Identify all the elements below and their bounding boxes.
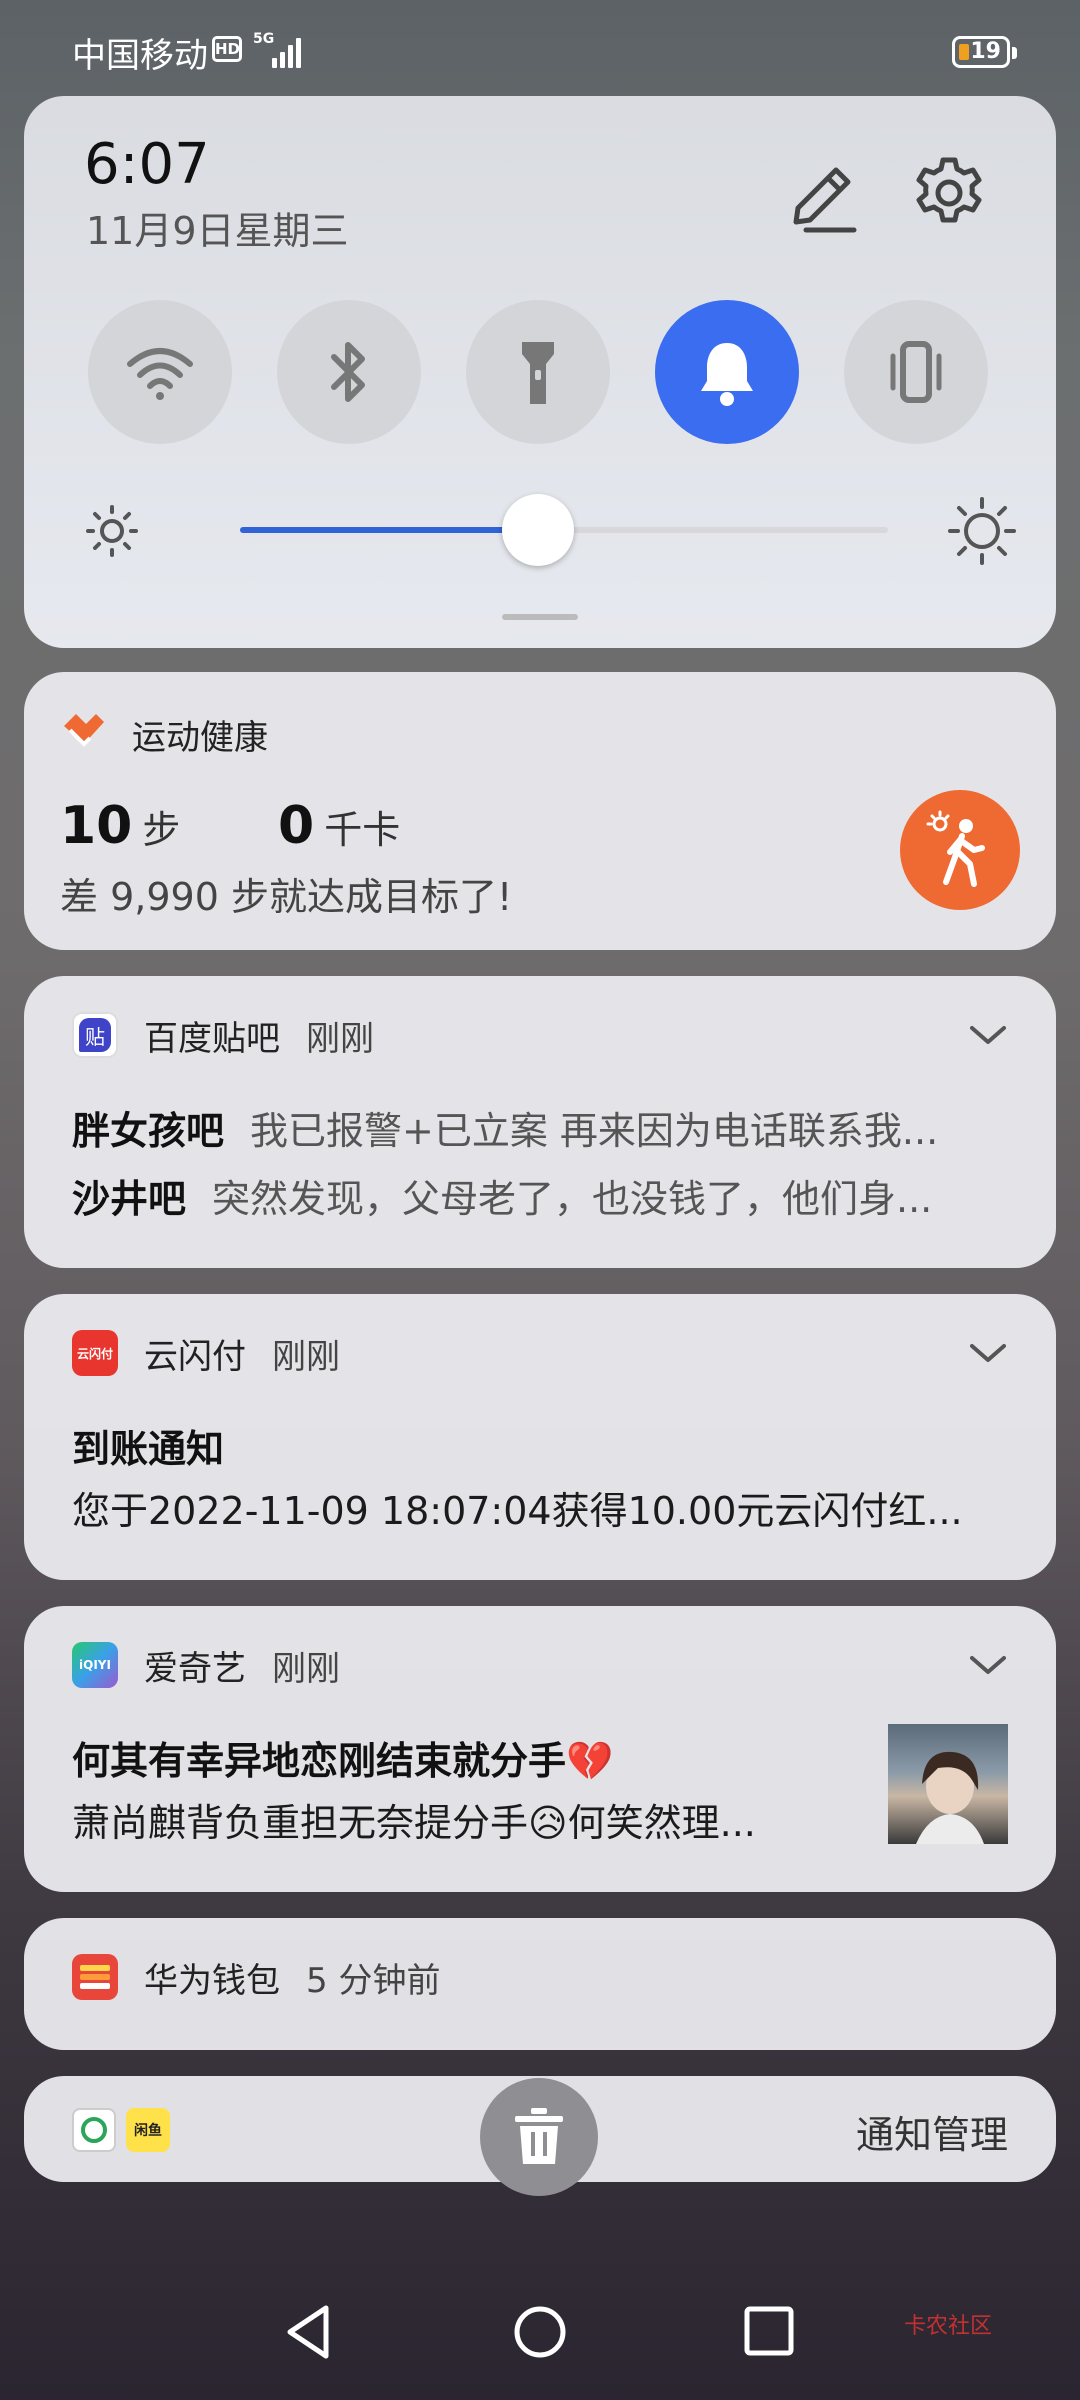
iqiyi-icon-glyph: iQIYI [79,1658,111,1672]
panel-drag-handle[interactable] [502,614,578,620]
notification-body: 您于2022-11-09 18:07:04获得10.00元云闪付红... [72,1489,963,1533]
collapsed-app-icon [72,2108,116,2152]
flashlight-toggle[interactable] [466,300,610,444]
clear-all-button[interactable] [480,2078,598,2196]
notification-time: 刚刚 [272,1336,340,1377]
step-goal-text: 差 9,990 步就达成目标了! [60,875,513,919]
collapsed-app-icon: 闲鱼 [126,2108,170,2152]
notification-title: 何其有幸异地恋刚结束就分手💔 [72,1739,614,1783]
step-count: 10 步 [60,796,180,856]
battery-indicator: 19 [952,36,1017,68]
signal-icon [272,34,304,68]
carrier-name: 中国移动 [72,36,208,76]
brightness-control [84,491,1024,571]
health-app-name: 运动健康 [132,718,268,758]
watermark: 卡农社区 [904,2314,993,2339]
pencil-icon [793,167,857,233]
health-app-icon [64,714,104,747]
app-name: 百度贴吧 [144,1018,280,1059]
wifi-toggle[interactable] [88,300,232,444]
home-icon[interactable] [510,2302,570,2362]
health-card[interactable]: 运动健康 10 步 0 千卡 差 9,990 步就达成目标了! [24,672,1056,950]
tieba-icon-glyph: 贴 [79,1018,111,1052]
clock: 6:07 [84,132,210,197]
back-icon[interactable] [282,2302,338,2362]
brightness-fill [240,527,539,533]
bluetooth-icon [331,342,365,402]
edit-button[interactable] [776,152,866,242]
notification-yunshanfu[interactable]: 云闪付 云闪付 刚刚 到账通知 您于2022-11-09 18:07:04获得1… [24,1294,1056,1580]
vibrate-icon [890,341,942,403]
post-preview: 我已报警+已立案 再来因为电话联系我... [250,1109,939,1153]
workout-button[interactable] [900,790,1020,910]
walking-icon [926,810,985,887]
hd-badge: HD [212,36,242,62]
iqiyi-app-icon: iQIYI [72,1642,118,1688]
calorie-count: 0 千卡 [278,796,400,856]
wifi-icon [127,348,193,400]
kcal-unit: 千卡 [324,808,401,852]
recents-icon[interactable] [740,2302,798,2360]
wallet-app-icon [72,1954,118,2000]
chevron-down-icon[interactable] [968,1020,1008,1050]
chevron-down-icon[interactable] [968,1650,1008,1680]
yunshanfu-app-icon: 云闪付 [72,1330,118,1376]
brightness-high-icon [948,497,1016,565]
navigation-bar [0,2280,1080,2400]
yunshanfu-icon-glyph: 云闪付 [76,1346,113,1361]
forum-name: 沙井吧 [72,1177,187,1221]
forum-name: 胖女孩吧 [72,1109,225,1153]
tieba-app-icon: 贴 [72,1012,118,1058]
thumbnail-portrait-image [916,1751,984,1844]
app-name: 爱奇艺 [144,1648,246,1689]
notification-time: 5 分钟前 [306,1960,441,2001]
quick-settings-panel: 6:07 11月9日星期三 [24,96,1056,648]
notification-header: 云闪付 云闪付 刚刚 [72,1328,340,1378]
notification-line: 沙井吧 突然发现，父母老了，也没钱了，他们身... [72,1168,1032,1223]
steps-unit: 步 [142,808,181,852]
notification-time: 刚刚 [306,1018,374,1059]
notification-body: 萧尚麒背负重担无奈提分手😥何笑然理... [72,1801,756,1845]
sound-toggle[interactable] [655,300,799,444]
steps-value: 10 [60,796,133,856]
notification-iqiyi[interactable]: iQIYI 爱奇艺 刚刚 何其有幸异地恋刚结束就分手💔 萧尚麒背负重担无奈提分手… [24,1606,1056,1892]
post-preview: 突然发现，父母老了，也没钱了，他们身... [212,1177,933,1221]
video-thumbnail[interactable] [888,1724,1008,1844]
app-name: 云闪付 [144,1336,246,1377]
bell-icon [701,343,753,406]
notification-line: 胖女孩吧 我已报警+已立案 再来因为电话联系我... [72,1100,1022,1155]
settings-button[interactable] [904,148,994,238]
app-name: 华为钱包 [144,1960,280,2001]
flashlight-icon [522,342,554,404]
notification-manage-button[interactable]: 通知管理 [856,2104,1008,2159]
notification-title: 到账通知 [72,1427,225,1471]
bluetooth-toggle[interactable] [277,300,421,444]
notification-time: 刚刚 [272,1648,340,1689]
brightness-thumb[interactable] [502,494,575,566]
date: 11月9日星期三 [86,209,349,253]
notification-tieba[interactable]: 贴 百度贴吧 刚刚 胖女孩吧 我已报警+已立案 再来因为电话联系我... 沙井吧突… [24,976,1056,1268]
brightness-slider[interactable] [240,494,888,566]
notification-header: 贴 百度贴吧 刚刚 [72,1010,374,1060]
notification-huawei-wallet[interactable]: 华为钱包 5 分钟前 [24,1918,1056,2050]
kcal-value: 0 [278,796,315,856]
vibrate-toggle[interactable] [844,300,988,444]
brightness-low-icon [86,505,138,557]
notification-header: 华为钱包 5 分钟前 [72,1952,440,2002]
chevron-down-icon[interactable] [968,1338,1008,1368]
status-bar: 中国移动 HD 5G 19 [0,0,1080,96]
collapsed-app-glyph: 闲鱼 [134,2123,162,2139]
notification-header: iQIYI 爱奇艺 刚刚 [72,1640,340,1690]
gear-icon [916,157,982,223]
trash-icon [515,2108,563,2164]
